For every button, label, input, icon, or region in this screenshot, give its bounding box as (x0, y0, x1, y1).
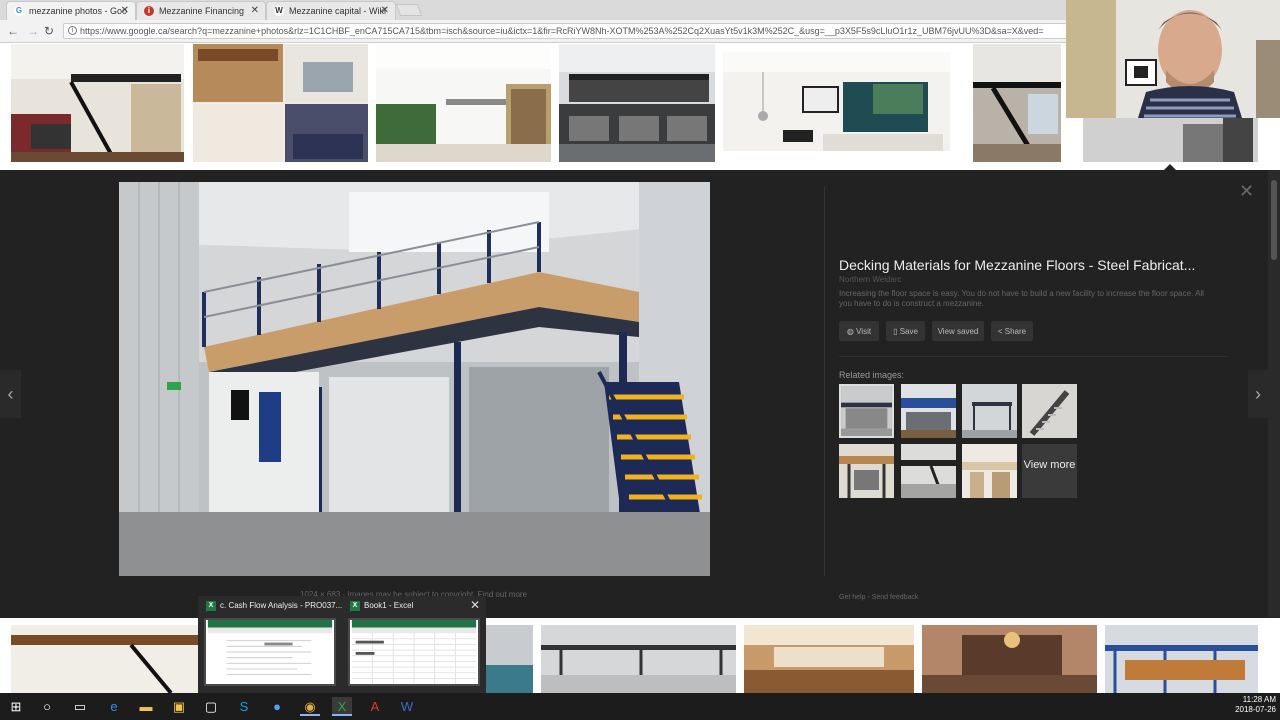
store-icon[interactable]: ▣ (169, 697, 189, 716)
word-icon[interactable]: W (397, 697, 417, 716)
clock-date: 2018-07-26 (1235, 705, 1276, 714)
excel-window-title-1[interactable]: X c. Cash Flow Analysis - PRO037... (206, 601, 343, 611)
close-tab-icon[interactable]: ✕ (381, 5, 389, 16)
related-image[interactable] (839, 444, 894, 498)
view-saved-button[interactable]: View saved (932, 321, 984, 341)
result-thumbnail[interactable] (1105, 625, 1258, 693)
related-images-label: Related images: (839, 370, 905, 380)
wikipedia-icon: W (274, 6, 284, 16)
search-icon[interactable]: ○ (37, 697, 57, 716)
result-thumbnail[interactable] (376, 44, 551, 162)
view-saved-label: View saved (937, 327, 979, 336)
edge-icon[interactable]: e (104, 697, 124, 716)
save-label: Save (899, 327, 918, 336)
result-thumbnail[interactable] (723, 52, 950, 151)
result-thumbnail[interactable] (11, 625, 199, 693)
panel-separator (839, 356, 1227, 357)
zoom-icon[interactable]: ● (267, 697, 287, 716)
system-clock[interactable]: 11:28 AM 2018-07-26 (1232, 695, 1276, 715)
related-image[interactable] (901, 444, 956, 498)
result-thumbnail[interactable] (922, 625, 1097, 693)
related-image[interactable] (839, 384, 894, 438)
main-preview-image[interactable] (119, 182, 710, 576)
info-icon[interactable]: i (68, 26, 77, 35)
related-image[interactable] (901, 384, 956, 438)
excel-icon: X (206, 601, 216, 611)
tab-mezzanine-photos[interactable]: G mezzanine photos - Goo ✕ (6, 1, 136, 20)
share-icon: < (997, 327, 1005, 336)
task-view-icon[interactable]: ▭ (70, 697, 90, 716)
new-tab-button[interactable] (395, 4, 423, 16)
tab-mezzanine-capital[interactable]: W Mezzanine capital - Wiki ✕ (266, 1, 396, 20)
link-separator: - (867, 594, 870, 601)
image-viewer-panel: ‹ 1024 × 683 · Images may be subject to … (0, 170, 1268, 618)
scrollbar[interactable] (1268, 170, 1280, 618)
excel-window-title-2[interactable]: X Book1 - Excel (350, 601, 414, 611)
send-feedback-link[interactable]: Send feedback (872, 594, 919, 601)
forward-icon[interactable]: → (27, 24, 39, 38)
window-title-label: c. Cash Flow Analysis - PRO037... (220, 601, 343, 610)
chrome-icon[interactable]: ◉ (300, 697, 320, 716)
get-help-link[interactable]: Get help (839, 594, 865, 601)
view-more-button[interactable]: View more (1022, 444, 1077, 498)
image-site[interactable]: Northern Weldarc (839, 275, 902, 284)
tab-label: Mezzanine Financing (159, 6, 245, 16)
investopedia-icon: i (144, 6, 154, 16)
excel-icon: X (350, 601, 360, 611)
next-image-button[interactable]: › (1248, 370, 1268, 418)
view-more-label: View more (1023, 459, 1076, 471)
clock-time: 11:28 AM (1242, 695, 1276, 704)
scrollbar-thumb[interactable] (1271, 180, 1277, 260)
excel-taskbar-icon[interactable]: X (332, 697, 352, 716)
result-thumbnail[interactable] (541, 625, 736, 693)
skype-icon[interactable]: S (234, 697, 254, 716)
globe-icon: ◍ (846, 327, 857, 336)
snipping-tool-icon[interactable]: ▢ (201, 697, 221, 716)
image-description: Increasing the floor space is easy. You … (839, 289, 1204, 308)
result-thumbnail[interactable] (193, 44, 368, 162)
close-window-icon[interactable]: ✕ (470, 598, 480, 612)
visit-label: Visit (856, 327, 872, 336)
windows-start-icon[interactable]: ⊞ (6, 697, 26, 716)
windows-taskbar: ⊞ ○ ▭ e ▬ ▣ ▢ S ● ◉ X A W 11:28 AM 2018-… (0, 693, 1280, 720)
visit-button[interactable]: ◍ Visit (839, 321, 879, 341)
related-image[interactable] (1022, 384, 1077, 438)
more-results-strip (0, 618, 1280, 693)
result-thumbnail[interactable] (973, 44, 1061, 162)
reload-icon[interactable]: ↻ (44, 24, 54, 38)
panel-divider (824, 186, 825, 576)
back-icon[interactable]: ← (7, 24, 19, 38)
tab-label: Mezzanine capital - Wiki (289, 6, 387, 16)
url-field[interactable]: i https://www.google.ca/search?q=mezzani… (63, 23, 1068, 39)
webcam-overlay (1066, 0, 1280, 118)
share-label: Share (1004, 327, 1027, 336)
help-links: Get help - Send feedback (839, 594, 918, 601)
previous-image-button[interactable]: ‹ (0, 370, 21, 418)
related-image[interactable] (962, 444, 1017, 498)
acrobat-icon[interactable]: A (365, 697, 385, 716)
file-explorer-icon[interactable]: ▬ (136, 697, 156, 716)
result-thumbnail[interactable] (486, 625, 533, 693)
result-thumbnail[interactable] (11, 44, 184, 162)
result-thumbnail[interactable] (559, 44, 715, 162)
related-image[interactable] (962, 384, 1017, 438)
image-title[interactable]: Decking Materials for Mezzanine Floors -… (839, 257, 1195, 273)
save-button[interactable]: ▯ Save (886, 321, 925, 341)
window-title-label: Book1 - Excel (364, 601, 414, 610)
share-button[interactable]: < Share (991, 321, 1033, 341)
tab-label: mezzanine photos - Goo (29, 6, 128, 16)
close-tab-icon[interactable]: ✕ (251, 5, 259, 16)
taskbar-preview-popup: X c. Cash Flow Analysis - PRO037... X Bo… (198, 596, 486, 693)
close-tab-icon[interactable]: ✕ (121, 5, 129, 16)
bookmark-icon: ▯ (893, 327, 900, 336)
window-preview-1[interactable] (204, 618, 336, 686)
tab-mezzanine-financing[interactable]: i Mezzanine Financing ✕ (136, 1, 266, 20)
close-viewer-icon[interactable]: ✕ (1239, 181, 1254, 202)
url-text: https://www.google.ca/search?q=mezzanine… (80, 26, 1044, 36)
google-icon: G (14, 6, 24, 16)
result-thumbnail[interactable] (744, 625, 914, 693)
window-preview-2[interactable] (348, 618, 480, 686)
